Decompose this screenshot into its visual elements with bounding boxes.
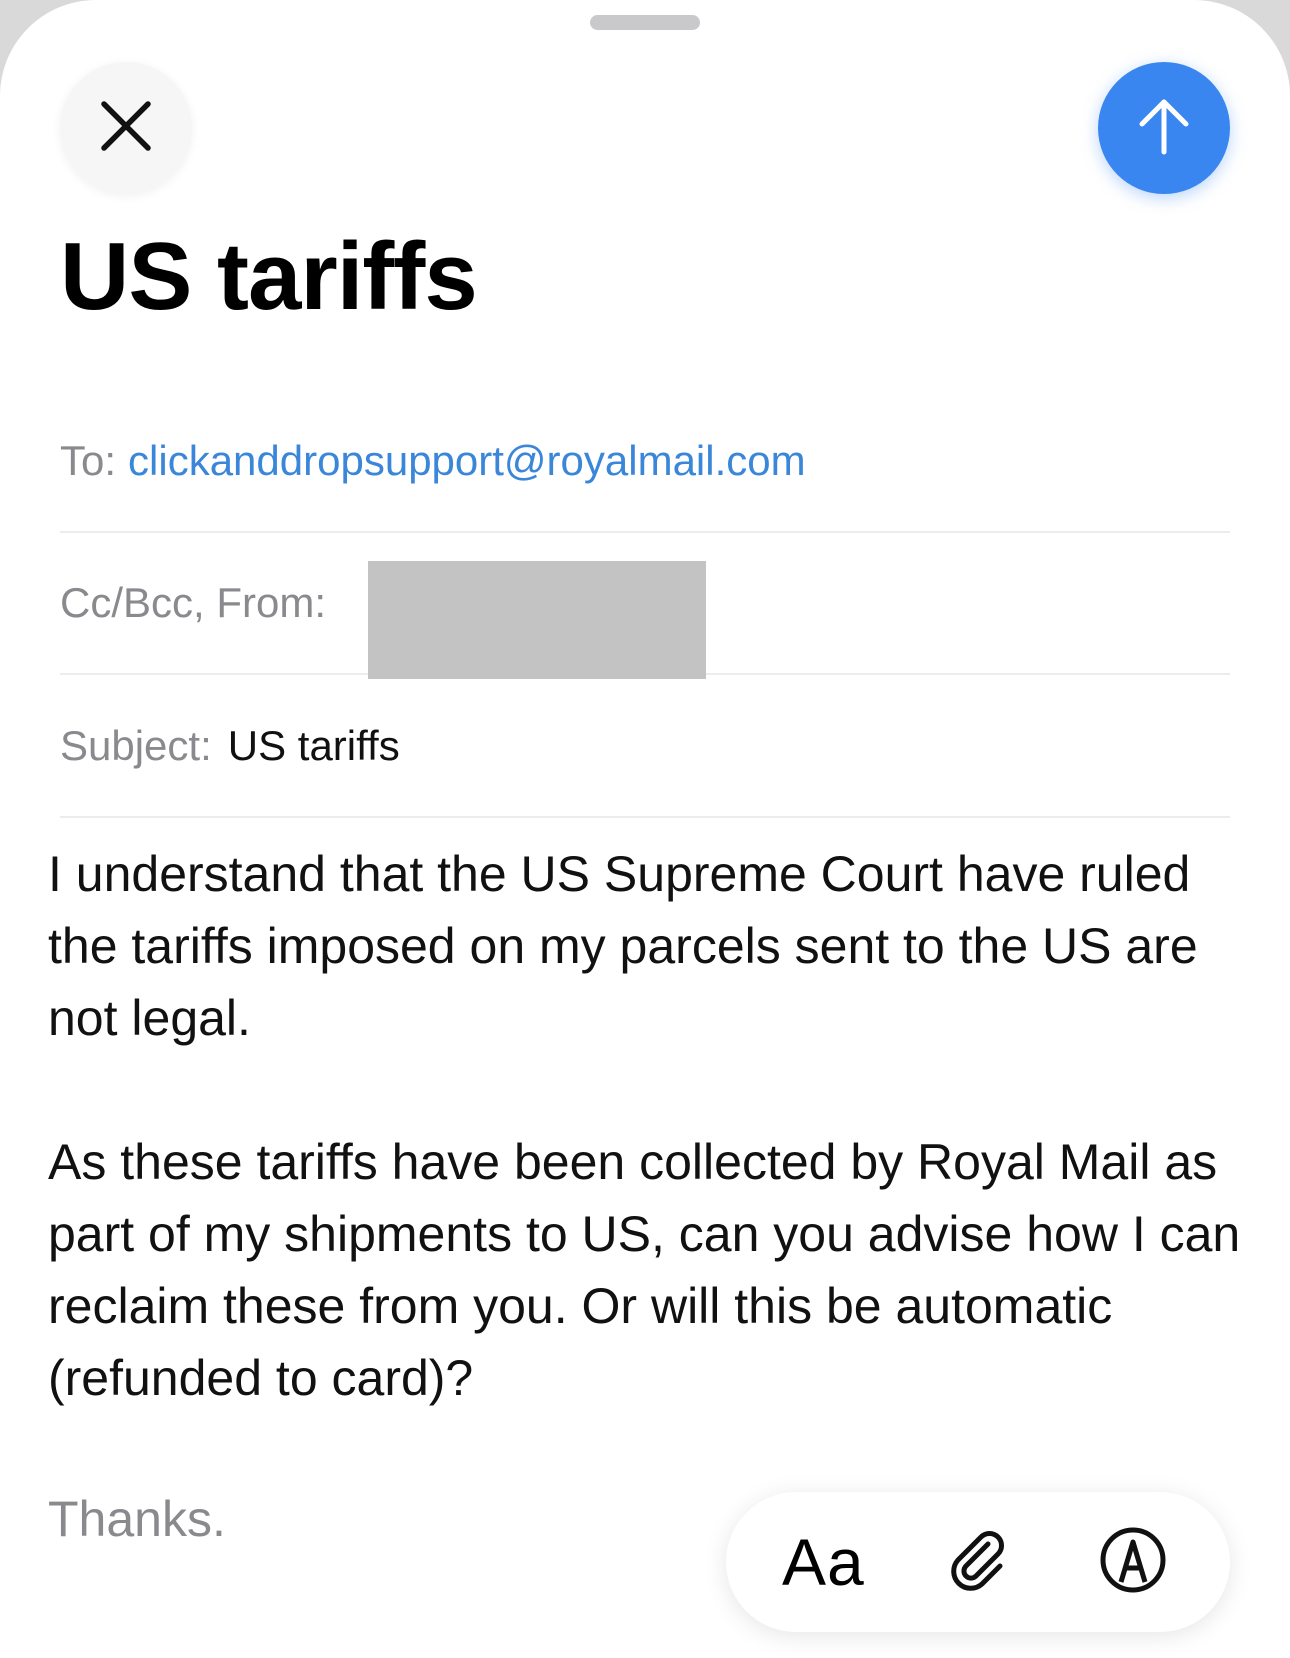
arrow-up-icon	[1134, 94, 1194, 163]
to-recipient[interactable]: clickanddropsupport@royalmail.com	[128, 437, 806, 485]
format-toolbar: Aa	[726, 1492, 1230, 1632]
redacted-from-address	[368, 561, 706, 679]
compose-sheet: US tariffs To: clickanddropsupport@royal…	[0, 0, 1290, 1658]
to-label: To:	[60, 437, 117, 484]
subject-label: Subject:	[60, 722, 212, 769]
body-paragraph-2: As these tariffs have been collected by …	[48, 1134, 1241, 1406]
ccbcc-from-label: Cc/Bcc, From:	[60, 579, 327, 626]
to-field[interactable]: To: clickanddropsupport@royalmail.com	[60, 391, 1230, 533]
body-signoff: Thanks.	[48, 1491, 226, 1547]
page-title: US tariffs	[60, 223, 478, 330]
body-paragraph-1: I understand that the US Supreme Court h…	[48, 846, 1198, 1046]
markup-pen-icon	[1097, 1524, 1169, 1601]
markup-button[interactable]	[1078, 1507, 1188, 1617]
message-body[interactable]: I understand that the US Supreme Court h…	[48, 838, 1248, 1486]
close-button[interactable]	[60, 62, 192, 194]
attach-button[interactable]	[923, 1507, 1033, 1617]
close-icon	[98, 98, 154, 159]
paperclip-icon	[942, 1524, 1014, 1601]
subject-field[interactable]: Subject: US tariffs	[60, 676, 1230, 818]
subject-value[interactable]: US tariffs	[228, 722, 400, 770]
format-text-label: Aa	[781, 1525, 865, 1599]
sheet-grabber[interactable]	[590, 15, 700, 30]
format-button[interactable]: Aa	[768, 1507, 878, 1617]
send-button[interactable]	[1098, 62, 1230, 194]
ccbcc-from-field[interactable]: Cc/Bcc, From:	[60, 533, 1230, 679]
